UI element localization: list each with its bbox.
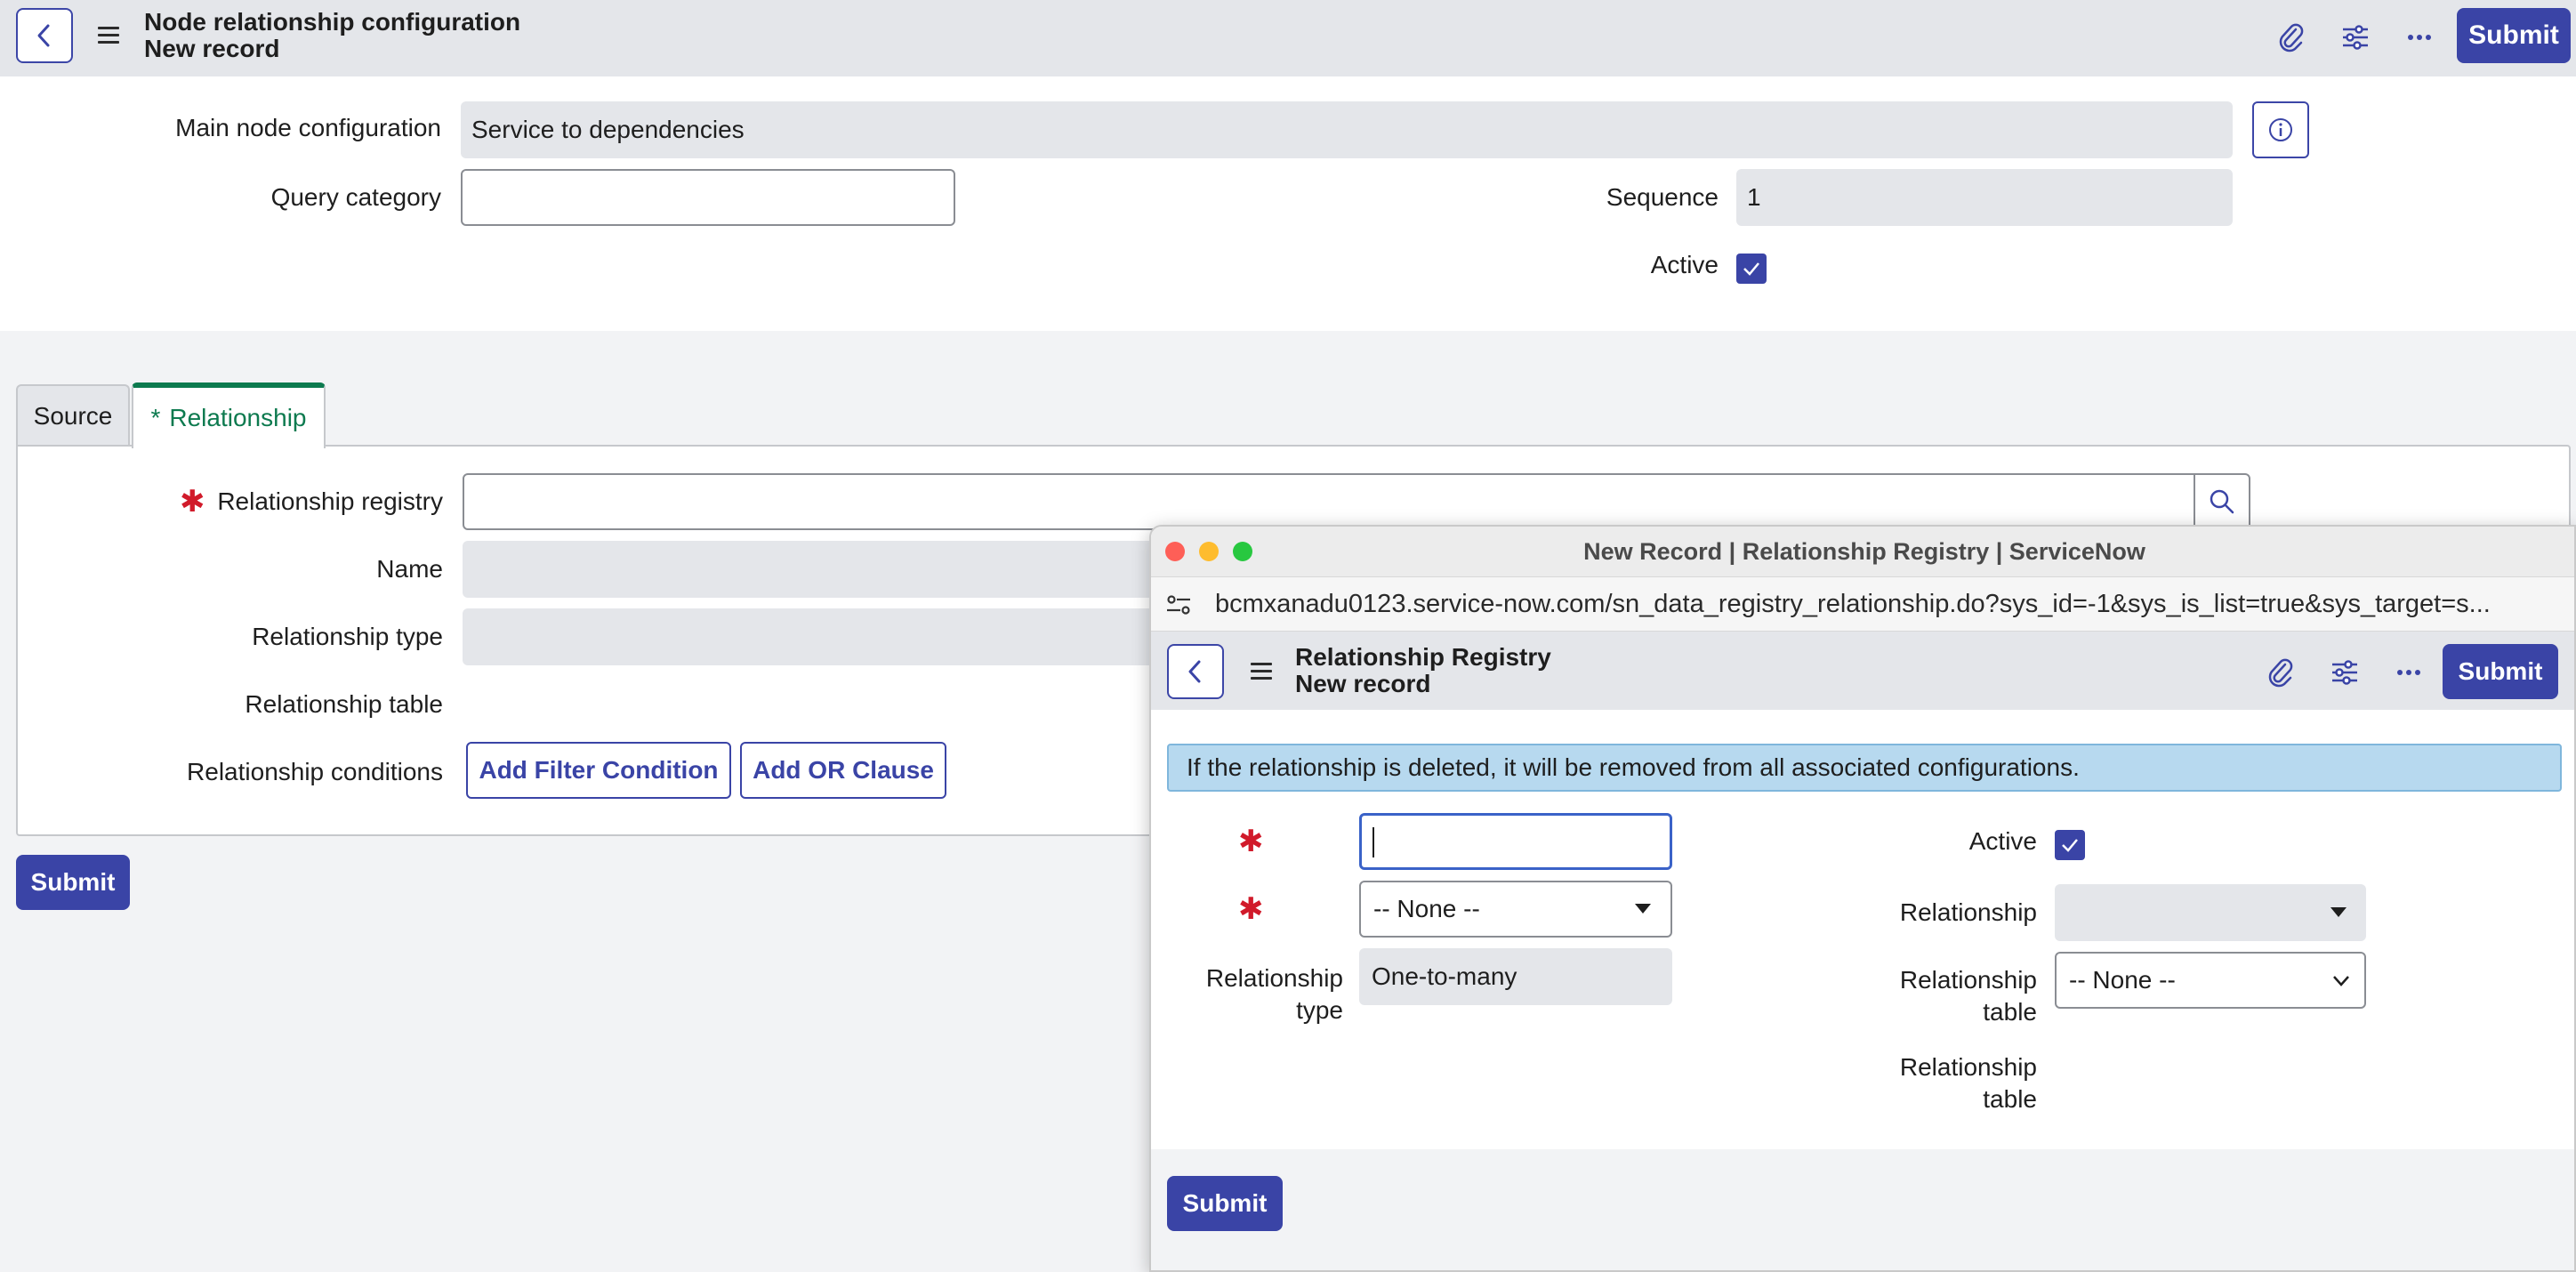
popup-active-label: Active: [1968, 827, 2037, 855]
info-icon: [2269, 118, 2292, 141]
popup-back-button[interactable]: [1167, 644, 1224, 699]
popup-relationship-table-label-line2: table: [1983, 998, 2037, 1026]
checkmark-icon: [2062, 839, 2078, 852]
add-filter-condition-button[interactable]: Add Filter Condition: [466, 742, 731, 799]
name-required-asterisk: ✱: [1238, 825, 1264, 858]
popup-window-title: New Record | Relationship Registry | Ser…: [1583, 537, 2145, 565]
popup-url-bar[interactable]: bcmxanadu0123.service-now.com/sn_data_re…: [1151, 576, 2574, 632]
popup-relationship-type-label-line1: Relationship: [1205, 964, 1343, 992]
query-category-label: Query category: [270, 183, 441, 211]
add-or-clause-button[interactable]: Add OR Clause: [740, 742, 946, 799]
popup-window: New Record | Relationship Registry | Ser…: [1149, 525, 2576, 1272]
menu-icon[interactable]: [98, 25, 119, 44]
popup-titlebar: New Record | Relationship Registry | Ser…: [1151, 527, 2574, 576]
popup-table-select[interactable]: -- None --: [1359, 881, 1672, 938]
info-button[interactable]: [2252, 101, 2309, 158]
sequence-field[interactable]: 1: [1736, 169, 2233, 226]
tab-relationship-label: Relationship: [169, 404, 307, 431]
text-cursor: [1373, 827, 1374, 857]
popup-relationship-select[interactable]: [2055, 884, 2366, 941]
popup-footer-submit-button[interactable]: Submit: [1167, 1176, 1283, 1231]
popup-relationship-table-label-line1: Relationship: [1899, 966, 2037, 994]
caret-down-icon: [2330, 907, 2347, 917]
chevron-left-icon: [1188, 660, 1201, 683]
popup-relationship-type-label: Relationship type: [1151, 962, 1343, 1026]
popup-relationship-type-label-line2: type: [1296, 996, 1343, 1024]
settings-sliders-icon[interactable]: [2336, 18, 2375, 57]
form-header: Node relationship configuration New reco…: [0, 0, 2576, 76]
popup-relationship-table2-label-line2: table: [1983, 1085, 2037, 1113]
chevron-down-icon: [2333, 976, 2349, 986]
lookup-button[interactable]: [2194, 473, 2250, 530]
popup-relationship-table2-label-line1: Relationship: [1899, 1053, 2037, 1081]
search-icon: [2210, 489, 2234, 514]
active-label: Active: [1650, 251, 1719, 278]
site-settings-icon[interactable]: [1163, 590, 1194, 620]
popup-name-input[interactable]: [1359, 813, 1672, 870]
popup-table-select-value: -- None --: [1373, 895, 1480, 922]
required-marker: *: [150, 404, 161, 431]
popup-form-header: Relationship Registry New record Submit: [1151, 632, 2574, 710]
relationship-registry-label: Relationship registry: [217, 487, 443, 515]
attachment-icon[interactable]: [2272, 18, 2311, 57]
popup-menu-icon[interactable]: [1251, 661, 1272, 680]
more-options-icon[interactable]: [2400, 18, 2439, 57]
popup-attachment-icon[interactable]: [2261, 653, 2300, 692]
popup-more-options-icon[interactable]: [2389, 653, 2428, 692]
popup-relationship-table-label-2: Relationship table: [1774, 1051, 2037, 1115]
name-label: Name: [376, 555, 443, 583]
tab-relationship[interactable]: * Relationship: [132, 382, 326, 448]
query-category-input[interactable]: [461, 169, 955, 226]
tab-source[interactable]: Source: [16, 384, 130, 447]
popup-form-title: Relationship Registry: [1295, 643, 1551, 671]
caret-down-icon: [1635, 904, 1651, 914]
popup-url-text: bcmxanadu0123.service-now.com/sn_data_re…: [1215, 590, 2491, 618]
popup-active-checkbox[interactable]: [2055, 830, 2085, 860]
popup-form-subtitle: New record: [1295, 670, 1431, 697]
table-required-asterisk: ✱: [1238, 892, 1264, 926]
chevron-left-icon: [37, 24, 50, 47]
header-submit-button[interactable]: Submit: [2457, 8, 2571, 63]
popup-footer: Submit: [1151, 1149, 2574, 1270]
relationship-conditions-label: Relationship conditions: [187, 758, 443, 785]
popup-relationship-table-select-value: -- None --: [2069, 966, 2176, 994]
info-banner: If the relationship is deleted, it will …: [1167, 744, 2562, 792]
popup-relationship-type-field[interactable]: One-to-many: [1359, 948, 1672, 1005]
popup-relationship-table-label: Relationship table: [1774, 964, 2037, 1028]
checkmark-icon: [1743, 262, 1759, 276]
form-subtitle: New record: [144, 35, 280, 62]
back-button[interactable]: [16, 8, 73, 63]
popup-relationship-label: Relationship: [1899, 898, 2037, 926]
main-node-field[interactable]: Service to dependencies: [461, 101, 2233, 158]
sequence-label: Sequence: [1606, 183, 1719, 211]
relationship-type-label: Relationship type: [252, 623, 443, 650]
relationship-registry-input[interactable]: [463, 473, 2195, 530]
relationship-table-label: Relationship table: [245, 690, 443, 718]
popup-header-submit-button[interactable]: Submit: [2443, 644, 2558, 699]
popup-relationship-table-select[interactable]: -- None --: [2055, 952, 2366, 1009]
main-node-label: Main node configuration: [175, 114, 441, 141]
bottom-submit-button[interactable]: Submit: [16, 855, 130, 910]
active-checkbox[interactable]: [1736, 254, 1767, 284]
popup-settings-sliders-icon[interactable]: [2325, 653, 2364, 692]
form-title: Node relationship configuration: [144, 8, 521, 36]
tab-source-label: Source: [33, 402, 113, 430]
form-fields-section: Main node configuration Service to depen…: [0, 76, 2576, 331]
